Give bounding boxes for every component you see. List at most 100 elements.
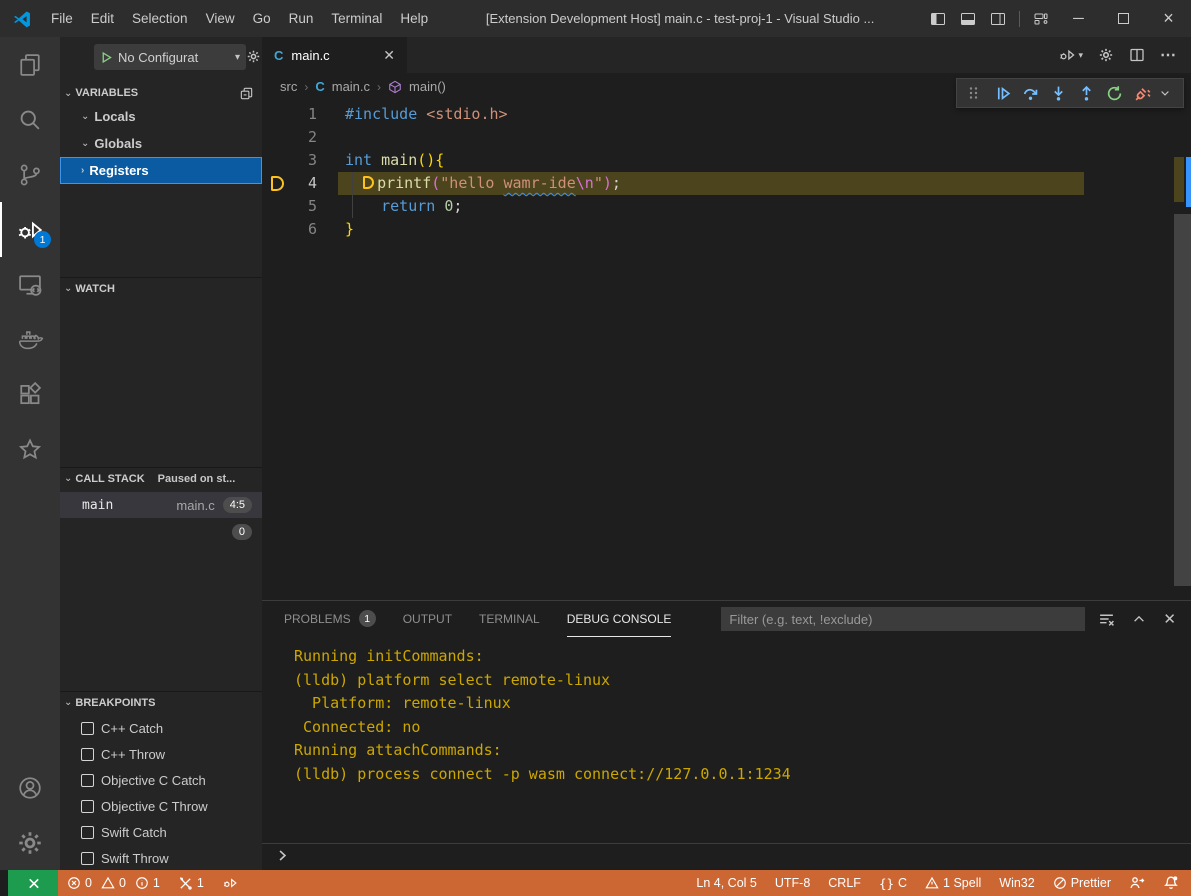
panel-tab-problems[interactable]: PROBLEMS1 xyxy=(284,601,376,637)
code-line-5[interactable]: 5 return 0; xyxy=(262,195,1191,218)
panel-tab-debug-console[interactable]: DEBUG CONSOLE xyxy=(567,601,672,637)
activity-search[interactable] xyxy=(0,92,60,147)
editor-settings-gear-icon[interactable] xyxy=(1098,47,1114,63)
customize-layout-icon[interactable] xyxy=(1026,0,1056,37)
breakpoint-checkbox[interactable] xyxy=(81,852,94,865)
notifications-bell[interactable] xyxy=(1154,870,1191,896)
code-editor[interactable]: 1#include <stdio.h>23int main(){4 printf… xyxy=(262,100,1191,600)
formatter-status[interactable]: Prettier xyxy=(1044,870,1120,896)
step-into-button[interactable] xyxy=(1044,79,1072,107)
activity-manage[interactable] xyxy=(0,815,60,870)
close-panel-icon[interactable]: ✕ xyxy=(1163,610,1176,628)
problems-status[interactable]: 0 0 1 xyxy=(58,870,169,896)
copy-value-icon[interactable] xyxy=(239,86,254,101)
breakpoint-checkbox[interactable] xyxy=(81,800,94,813)
feedback-button[interactable] xyxy=(1120,870,1154,896)
breakpoint-row[interactable]: C++ Catch xyxy=(60,715,262,741)
debug-configuration-dropdown[interactable]: No Configurat ▾ xyxy=(94,44,246,70)
variables-item-globals[interactable]: ⌄Globals xyxy=(60,130,262,157)
call-stack-frame[interactable]: main main.c 4:5 xyxy=(60,492,262,518)
code-line-4[interactable]: 4 printf("hello wamr-ide\n"); xyxy=(262,172,1191,195)
variables-item-registers[interactable]: ›Registers xyxy=(60,157,262,184)
continue-button[interactable] xyxy=(988,79,1016,107)
breakpoint-row[interactable]: Swift Catch xyxy=(60,819,262,845)
menu-terminal[interactable]: Terminal xyxy=(322,0,391,37)
breadcrumb-symbol[interactable]: main() xyxy=(409,79,446,94)
more-actions-icon[interactable]: ⋯ xyxy=(1160,45,1177,65)
close-button[interactable]: × xyxy=(1146,0,1191,37)
activity-docker[interactable] xyxy=(0,312,60,367)
code-line-6[interactable]: 6} xyxy=(262,218,1191,241)
toggle-secondary-sidebar-icon[interactable] xyxy=(983,0,1013,37)
toggle-sidebar-icon[interactable] xyxy=(923,0,953,37)
breadcrumb-file[interactable]: main.c xyxy=(332,79,370,94)
menu-file[interactable]: File xyxy=(42,0,82,37)
minimize-button[interactable]: ─ xyxy=(1056,0,1101,37)
watch-section-header[interactable]: ⌄ WATCH xyxy=(60,277,262,299)
editor-gutter[interactable]: 4 xyxy=(262,172,345,195)
editor-gutter[interactable]: 6 xyxy=(262,218,345,241)
step-out-button[interactable] xyxy=(1072,79,1100,107)
panel-tab-terminal[interactable]: TERMINAL xyxy=(479,601,540,637)
breakpoint-checkbox[interactable] xyxy=(81,748,94,761)
restart-button[interactable] xyxy=(1100,79,1128,107)
variables-section-header[interactable]: ⌄ VARIABLES xyxy=(60,82,262,104)
menu-run[interactable]: Run xyxy=(280,0,323,37)
encoding[interactable]: UTF-8 xyxy=(766,870,819,896)
breakpoint-row[interactable]: C++ Throw xyxy=(60,741,262,767)
menu-help[interactable]: Help xyxy=(391,0,437,37)
panel-tab-output[interactable]: OUTPUT xyxy=(403,601,452,637)
activity-run-and-debug[interactable]: 1 xyxy=(0,202,60,257)
scrollbar-slider[interactable] xyxy=(1174,214,1191,586)
debug-session-dropdown-icon[interactable] xyxy=(1156,79,1174,107)
editor-gutter[interactable]: 3 xyxy=(262,149,345,172)
activity-wamr-ide[interactable] xyxy=(0,422,60,477)
activity-source-control[interactable] xyxy=(0,147,60,202)
eol-sequence[interactable]: CRLF xyxy=(819,870,870,896)
code-line-3[interactable]: 3int main(){ xyxy=(262,149,1191,172)
tab-close-icon[interactable]: ✕ xyxy=(383,47,395,64)
console-filter-input[interactable]: Filter (e.g. text, !exclude) xyxy=(721,607,1085,631)
tools-status[interactable]: 1 xyxy=(169,870,213,896)
remote-indicator[interactable] xyxy=(8,870,58,896)
language-mode[interactable]: {} C xyxy=(870,870,916,896)
cursor-position[interactable]: Ln 4, Col 5 xyxy=(687,870,765,896)
variables-item-locals[interactable]: ⌄Locals xyxy=(60,103,262,130)
disconnect-button[interactable] xyxy=(1128,79,1156,107)
run-or-debug-button[interactable]: ▾ xyxy=(1058,46,1083,64)
tab-main-c[interactable]: C main.c ✕ xyxy=(262,37,407,73)
editor-gutter[interactable]: 5 xyxy=(262,195,345,218)
call-stack-section-header[interactable]: ⌄ CALL STACK Paused on st... xyxy=(60,467,262,489)
drag-handle-icon[interactable] xyxy=(960,79,988,107)
menu-view[interactable]: View xyxy=(197,0,244,37)
menu-selection[interactable]: Selection xyxy=(123,0,197,37)
breakpoint-row[interactable]: Swift Throw xyxy=(60,845,262,870)
editor-gutter[interactable]: 1 xyxy=(262,103,345,126)
scrollbar[interactable] xyxy=(1173,100,1191,600)
activity-explorer[interactable] xyxy=(0,37,60,92)
breakpoints-section-header[interactable]: ⌄ BREAKPOINTS xyxy=(60,691,262,713)
editor-gutter[interactable]: 2 xyxy=(262,126,345,149)
breadcrumb-src[interactable]: src xyxy=(280,79,297,94)
breakpoint-row[interactable]: Objective C Catch xyxy=(60,767,262,793)
code-line-2[interactable]: 2 xyxy=(262,126,1191,149)
maximize-button[interactable] xyxy=(1101,0,1146,37)
clear-console-icon[interactable] xyxy=(1098,611,1115,628)
menu-edit[interactable]: Edit xyxy=(82,0,123,37)
breakpoint-checkbox[interactable] xyxy=(81,722,94,735)
step-over-button[interactable] xyxy=(1016,79,1044,107)
activity-extensions[interactable] xyxy=(0,367,60,422)
breakpoint-checkbox[interactable] xyxy=(81,774,94,787)
debug-status-icon[interactable] xyxy=(213,870,247,896)
platform-target[interactable]: Win32 xyxy=(990,870,1043,896)
split-editor-icon[interactable] xyxy=(1129,47,1145,63)
breakpoint-row[interactable]: Objective C Throw xyxy=(60,793,262,819)
menu-go[interactable]: Go xyxy=(244,0,280,37)
spell-checker-status[interactable]: 1 Spell xyxy=(916,870,990,896)
maximize-panel-icon[interactable] xyxy=(1132,612,1146,626)
toggle-panel-icon[interactable] xyxy=(953,0,983,37)
activity-accounts[interactable] xyxy=(0,760,60,815)
breakpoint-checkbox[interactable] xyxy=(81,826,94,839)
activity-remote-explorer[interactable] xyxy=(0,257,60,312)
launch-settings-gear-icon[interactable] xyxy=(246,49,261,64)
